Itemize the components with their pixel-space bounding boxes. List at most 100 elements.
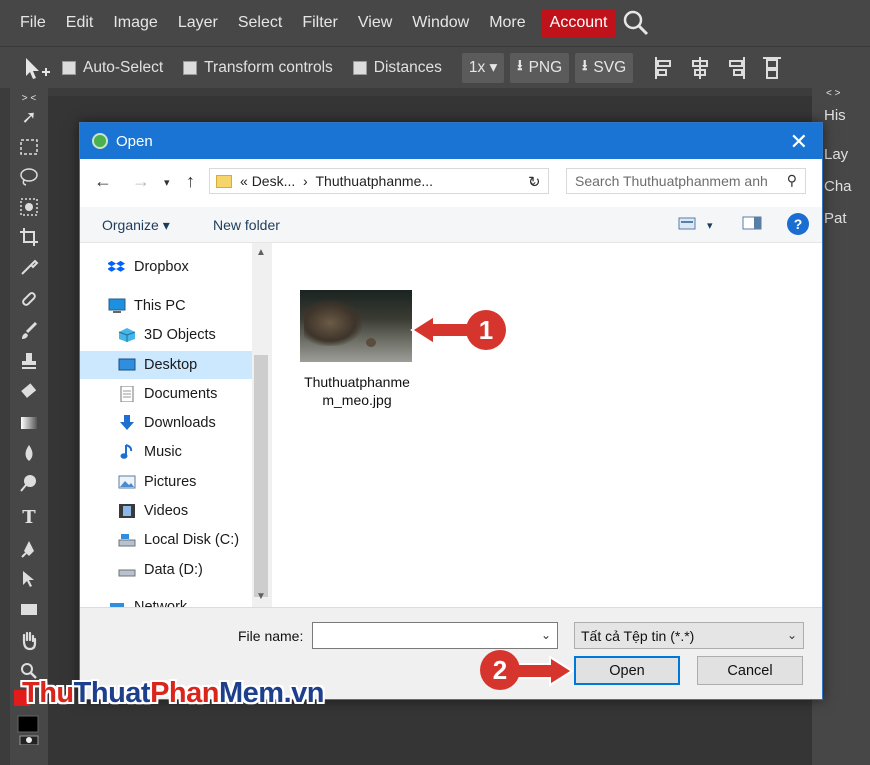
forward-arrow-icon[interactable]: → (132, 171, 150, 192)
back-arrow-icon[interactable]: ← (94, 171, 112, 192)
align-top-icon[interactable] (761, 55, 783, 81)
new-folder-button[interactable]: New folder (213, 217, 280, 233)
file-name-input[interactable]: ⌄ (312, 622, 558, 649)
breadcrumb-folder[interactable]: Thuthuatphanme... (316, 173, 434, 189)
help-icon[interactable]: ? (787, 213, 809, 235)
navigation-scrollbar[interactable]: ▲ ▼ (252, 243, 270, 607)
nav-item-videos[interactable]: Videos (118, 497, 188, 525)
file-type-value: Tất cả Tệp tin (*.*) (581, 627, 695, 644)
hand-tool-icon[interactable] (18, 630, 40, 652)
align-right-icon[interactable] (725, 55, 747, 81)
menu-edit[interactable]: Edit (56, 9, 104, 37)
checkbox-box[interactable] (352, 60, 367, 75)
scroll-up-icon[interactable]: ▲ (256, 247, 266, 258)
transform-controls-checkbox[interactable]: Transform controls (183, 59, 333, 77)
file-name-label[interactable]: Thuthuatphanme m_meo.jpg (294, 373, 420, 409)
change-view-icon[interactable] (678, 215, 696, 231)
preview-pane-icon[interactable] (742, 215, 762, 231)
menu-select[interactable]: Select (228, 9, 292, 37)
nav-item-label: Pictures (144, 474, 197, 490)
search-icon[interactable] (621, 8, 651, 38)
nav-item-documents[interactable]: Documents (118, 380, 217, 408)
organize-button[interactable]: Organize ▾ (102, 217, 170, 234)
blur-tool-icon[interactable] (18, 442, 40, 464)
eraser-tool-icon[interactable] (18, 380, 40, 402)
nav-item-data-d[interactable]: Data (D:) (118, 556, 203, 584)
layers-tab[interactable]: Lay (824, 146, 848, 163)
refresh-icon[interactable]: ↻ (528, 173, 541, 191)
channels-tab[interactable]: Cha (824, 178, 852, 195)
command-bar: Organize ▾ New folder ▾ ? (80, 207, 822, 243)
lasso-tool-icon[interactable] (18, 166, 40, 188)
documents-icon (118, 385, 136, 403)
open-button[interactable]: Open (574, 656, 680, 685)
stamp-tool-icon[interactable] (18, 350, 40, 372)
chevron-down-icon[interactable]: ⌄ (787, 628, 797, 642)
search-icon[interactable]: ⚲ (787, 172, 797, 189)
nav-item-3d-objects[interactable]: 3D Objects (118, 321, 216, 349)
nav-item-pictures[interactable]: Pictures (118, 468, 196, 496)
up-arrow-icon[interactable]: ↑ (186, 171, 195, 192)
menu-view[interactable]: View (348, 9, 402, 37)
eyedropper-tool-icon[interactable] (18, 256, 40, 278)
scrollbar-thumb[interactable] (254, 355, 268, 597)
recent-locations-chevron-icon[interactable]: ▾ (164, 176, 170, 189)
nav-item-local-disk-c[interactable]: Local Disk (C:) (118, 526, 239, 554)
address-bar[interactable]: « Desk... › Thuthuatphanme... ⌄ (209, 168, 549, 194)
view-options-chevron-icon[interactable]: ▾ (707, 219, 713, 232)
move-tool-icon[interactable] (20, 54, 54, 82)
nav-item-dropbox[interactable]: Dropbox (107, 253, 189, 281)
pen-tool-icon[interactable] (18, 538, 40, 560)
callout-badge-1: 1 (466, 310, 506, 350)
scroll-down-icon[interactable]: ▼ (256, 591, 266, 602)
close-icon[interactable]: ✕ (790, 129, 808, 155)
search-input[interactable]: Search Thuthuatphanmem anh ⚲ (566, 168, 806, 194)
menu-window[interactable]: Window (402, 9, 479, 37)
nav-item-desktop[interactable]: Desktop (80, 351, 252, 379)
path-select-tool-icon[interactable] (18, 568, 40, 590)
history-tab[interactable]: His (824, 107, 846, 124)
file-list-pane[interactable]: Thuthuatphanme m_meo.jpg (272, 243, 822, 607)
brush-tool-icon[interactable] (18, 320, 40, 342)
computer-icon (108, 298, 126, 314)
align-center-icon[interactable] (689, 55, 711, 81)
menu-more[interactable]: More (479, 9, 535, 37)
move-tool-icon[interactable]: ➚ (18, 106, 40, 128)
distances-checkbox[interactable]: Distances (352, 59, 442, 77)
shape-tool-icon[interactable] (18, 598, 40, 620)
export-png-button[interactable]: ⭳ PNG (510, 52, 570, 83)
gradient-tool-icon[interactable] (18, 412, 40, 434)
breadcrumb-desktop[interactable]: Desk... (252, 173, 296, 189)
file-thumbnail[interactable] (300, 290, 412, 362)
align-left-icon[interactable] (653, 55, 675, 81)
checkbox-box[interactable] (183, 60, 198, 75)
watermark-part: .vn (283, 677, 325, 709)
dialog-titlebar[interactable]: Open ✕ (80, 123, 822, 159)
quick-select-tool-icon[interactable] (18, 196, 40, 218)
nav-item-downloads[interactable]: Downloads (118, 409, 216, 437)
file-type-select[interactable]: Tất cả Tệp tin (*.*) ⌄ (574, 622, 804, 649)
export-svg-button[interactable]: ⭳ SVG (575, 52, 634, 83)
menu-filter[interactable]: Filter (292, 9, 348, 37)
healing-tool-icon[interactable] (18, 288, 40, 310)
checkbox-box[interactable] (62, 60, 76, 75)
chevron-down-icon[interactable]: ⌄ (541, 628, 551, 642)
breadcrumb-separator: › (303, 173, 308, 189)
marquee-tool-icon[interactable] (18, 136, 40, 158)
crop-tool-icon[interactable] (18, 226, 40, 248)
dodge-tool-icon[interactable] (18, 472, 40, 494)
account-button[interactable]: Account (541, 9, 616, 37)
nav-item-this-pc[interactable]: This PC (108, 292, 186, 320)
auto-select-checkbox[interactable]: Auto-Select (62, 59, 163, 77)
menu-layer[interactable]: Layer (168, 9, 228, 37)
nav-item-music[interactable]: Music (118, 438, 182, 466)
nav-item-network[interactable]: Network (108, 593, 187, 607)
menu-file[interactable]: File (10, 9, 56, 37)
right-panel-collapse-toggle[interactable]: < > (826, 88, 840, 99)
zoom-dropdown[interactable]: 1x ▾ (461, 52, 505, 83)
cancel-button[interactable]: Cancel (697, 656, 803, 685)
search-placeholder: Search Thuthuatphanmem anh (575, 173, 768, 189)
menu-image[interactable]: Image (103, 9, 167, 37)
paths-tab[interactable]: Pat (824, 210, 847, 227)
type-tool-icon[interactable]: T (18, 506, 40, 528)
